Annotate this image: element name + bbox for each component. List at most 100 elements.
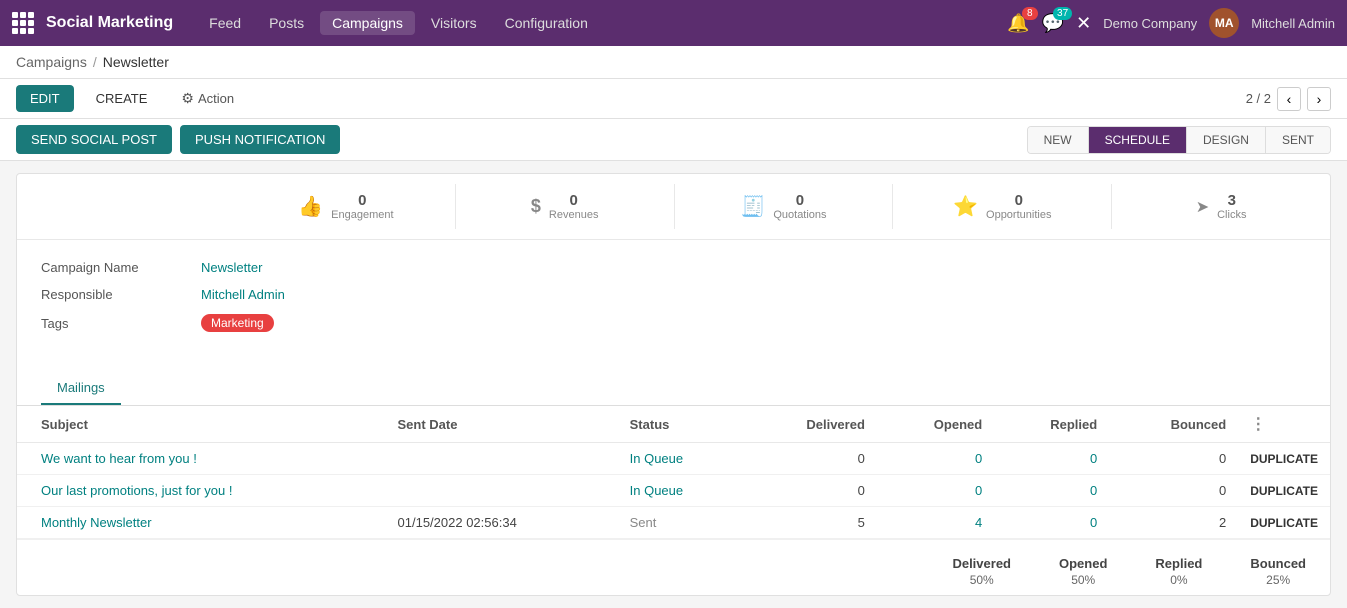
status-cell: In Queue — [618, 475, 744, 507]
stage-sent[interactable]: SENT — [1266, 127, 1330, 153]
nav-configuration[interactable]: Configuration — [493, 11, 600, 35]
message-icon[interactable]: 💬37 — [1042, 13, 1064, 34]
tag-marketing[interactable]: Marketing — [201, 314, 274, 332]
main-content: 👍 0 Engagement $ 0 Revenues 🧾 0 Quotatio… — [0, 161, 1347, 608]
bounced-cell: 2 — [1109, 507, 1238, 539]
opened-cell: 4 — [877, 507, 994, 539]
app-title: Social Marketing — [46, 14, 173, 32]
stage-group: NEW SCHEDULE DESIGN SENT — [1027, 126, 1331, 154]
user-name: Mitchell Admin — [1251, 16, 1335, 31]
tabs: Mailings — [17, 372, 1330, 406]
engagement-label: Engagement — [331, 209, 393, 221]
bounced-cell: 0 — [1109, 475, 1238, 507]
stat-opportunities[interactable]: ⭐ 0 Opportunities — [893, 184, 1112, 229]
stat-engagement[interactable]: 👍 0 Engagement — [237, 184, 456, 229]
col-subject: Subject — [17, 406, 386, 443]
delivered-cell: 0 — [743, 443, 877, 475]
top-menu: Feed Posts Campaigns Visitors Configurat… — [197, 11, 1007, 35]
quotations-icon: 🧾 — [740, 194, 765, 219]
stage-selector: NEW SCHEDULE DESIGN SENT — [1027, 126, 1331, 154]
summary-pct: 0% — [1170, 573, 1187, 587]
tags-label: Tags — [41, 316, 201, 331]
notification-bell[interactable]: 🔔8 — [1007, 13, 1029, 34]
engagement-value: 0 — [358, 192, 366, 209]
summary-item: Delivered 50% — [952, 556, 1011, 587]
apps-icon[interactable] — [12, 12, 34, 34]
duplicate-button[interactable]: DUPLICATE — [1238, 475, 1330, 507]
campaign-name-value[interactable]: Newsletter — [201, 260, 262, 275]
nav-campaigns[interactable]: Campaigns — [320, 11, 415, 35]
stage-design[interactable]: DESIGN — [1187, 127, 1266, 153]
responsible-label: Responsible — [41, 287, 201, 302]
sent-date-cell: 01/15/2022 02:56:34 — [386, 507, 618, 539]
stat-clicks[interactable]: ➤ 3 Clicks — [1112, 184, 1330, 229]
opportunities-icon: ⭐ — [953, 194, 978, 219]
summary-item: Opened 50% — [1059, 556, 1107, 587]
top-navigation: Social Marketing Feed Posts Campaigns Vi… — [0, 0, 1347, 46]
summary-label: Bounced — [1250, 556, 1306, 571]
stat-quotations[interactable]: 🧾 0 Quotations — [675, 184, 894, 229]
edit-button[interactable]: EDIT — [16, 85, 74, 112]
push-notification-button[interactable]: PUSH NOTIFICATION — [180, 125, 340, 154]
tags-row: Tags Marketing — [41, 314, 1306, 332]
col-replied: Replied — [994, 406, 1109, 443]
subject-cell[interactable]: Our last promotions, just for you ! — [17, 475, 386, 507]
notification-count: 8 — [1022, 7, 1038, 20]
gear-icon: ⚙ — [181, 90, 194, 107]
summary-item: Replied 0% — [1155, 556, 1202, 587]
summary-label: Replied — [1155, 556, 1202, 571]
pagination-text: 2 / 2 — [1246, 91, 1271, 106]
opportunities-label: Opportunities — [986, 209, 1051, 221]
duplicate-button[interactable]: DUPLICATE — [1238, 443, 1330, 475]
clicks-value: 3 — [1228, 192, 1236, 209]
col-sent-date: Sent Date — [386, 406, 618, 443]
replied-cell: 0 — [994, 443, 1109, 475]
summary-label: Delivered — [952, 556, 1011, 571]
responsible-value[interactable]: Mitchell Admin — [201, 287, 285, 302]
create-button[interactable]: CREATE — [82, 85, 162, 112]
nav-posts[interactable]: Posts — [257, 11, 316, 35]
action-dropdown[interactable]: ⚙ Action — [181, 90, 234, 107]
send-social-post-button[interactable]: SEND SOCIAL POST — [16, 125, 172, 154]
table-header-row: Subject Sent Date Status Delivered Opene… — [17, 406, 1330, 443]
tab-mailings[interactable]: Mailings — [41, 372, 121, 405]
responsible-row: Responsible Mitchell Admin — [41, 287, 1306, 302]
subject-cell[interactable]: We want to hear from you ! — [17, 443, 386, 475]
breadcrumb-parent[interactable]: Campaigns — [16, 54, 87, 70]
stage-schedule[interactable]: SCHEDULE — [1089, 127, 1187, 153]
nav-feed[interactable]: Feed — [197, 11, 253, 35]
breadcrumb: Campaigns / Newsletter — [0, 46, 1347, 79]
company-name: Demo Company — [1103, 16, 1197, 31]
top-right: 🔔8 💬37 ✕ Demo Company MA Mitchell Admin — [1007, 8, 1335, 38]
nav-visitors[interactable]: Visitors — [419, 11, 489, 35]
summary-item: Bounced 25% — [1250, 556, 1306, 587]
breadcrumb-separator: / — [93, 54, 97, 70]
clicks-label: Clicks — [1217, 209, 1246, 221]
mailings-table: Subject Sent Date Status Delivered Opene… — [17, 406, 1330, 539]
column-options-icon[interactable]: ⋮ — [1250, 416, 1266, 433]
avatar: MA — [1209, 8, 1239, 38]
stats-row: 👍 0 Engagement $ 0 Revenues 🧾 0 Quotatio… — [17, 174, 1330, 240]
prev-page-button[interactable]: ‹ — [1277, 87, 1301, 111]
action-bar: EDIT CREATE ⚙ Action 2 / 2 ‹ › — [0, 79, 1347, 119]
app-logo[interactable]: Social Marketing — [12, 12, 173, 34]
next-page-button[interactable]: › — [1307, 87, 1331, 111]
stat-revenues[interactable]: $ 0 Revenues — [456, 184, 675, 229]
col-delivered: Delivered — [743, 406, 877, 443]
campaign-card: 👍 0 Engagement $ 0 Revenues 🧾 0 Quotatio… — [16, 173, 1331, 596]
subject-cell[interactable]: Monthly Newsletter — [17, 507, 386, 539]
close-icon[interactable]: ✕ — [1076, 13, 1091, 34]
summary-row: Delivered 50% Opened 50% Replied 0% Boun… — [17, 539, 1330, 595]
stage-new[interactable]: NEW — [1028, 127, 1089, 153]
delivered-cell: 5 — [743, 507, 877, 539]
engagement-icon: 👍 — [298, 194, 323, 219]
replied-cell: 0 — [994, 475, 1109, 507]
delivered-cell: 0 — [743, 475, 877, 507]
opened-cell: 0 — [877, 443, 994, 475]
revenues-value: 0 — [570, 192, 578, 209]
stats-spacer — [17, 184, 237, 229]
action-label: Action — [198, 91, 234, 106]
duplicate-button[interactable]: DUPLICATE — [1238, 507, 1330, 539]
col-bounced: Bounced — [1109, 406, 1238, 443]
quotations-value: 0 — [796, 192, 804, 209]
